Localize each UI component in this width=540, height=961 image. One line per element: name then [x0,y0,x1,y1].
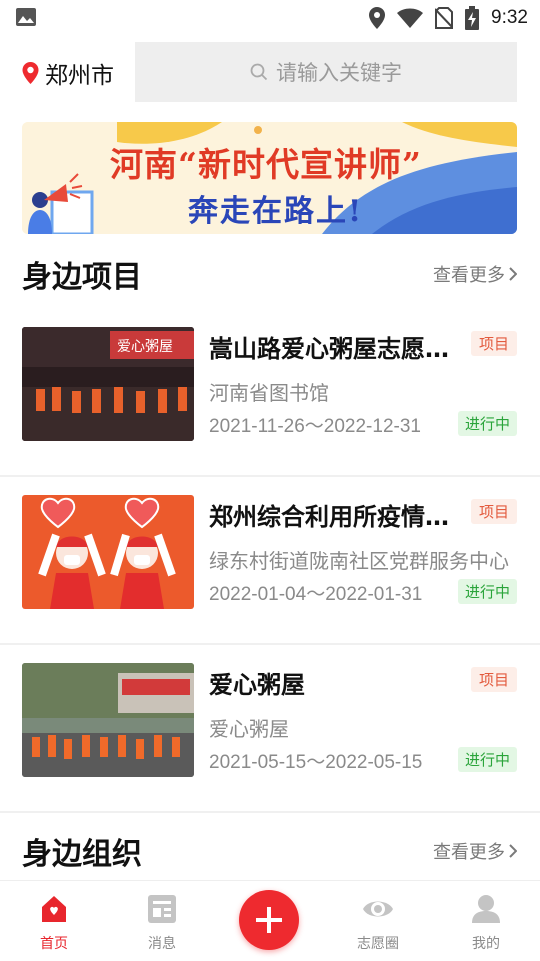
clock-time: 9:32 [491,7,528,28]
project-thumbnail: 爱心粥屋 [22,327,194,441]
project-card[interactable]: 爱心粥屋 项目 爱心粥屋 2021-05-15～2022-05-15 进行中 [0,643,540,813]
tab-mine-label: 我的 [472,936,500,952]
project-type-tag: 项目 [470,667,517,692]
promo-banner[interactable]: 河南“新时代宣讲师” 奔走在路上! [22,122,517,234]
project-status-badge: 进行中 [457,411,517,436]
thumb-sign-text: 爱心粥屋 [117,338,173,355]
see-more-label: 查看更多 [433,842,505,863]
chevron-right-icon [509,267,517,281]
banner-title: 河南“新时代宣讲师” [110,145,422,184]
project-organization: 河南省图书馆 [209,381,329,405]
search-placeholder: 请输入关键字 [276,61,402,85]
section-title-orgs: 身边组织 [22,837,142,872]
location-status-icon [369,7,386,29]
project-thumbnail [22,663,194,777]
nearby-projects-header: 身边项目 查看更多 [22,254,517,295]
location-pin-icon [22,62,39,84]
projects-see-more-link[interactable]: 查看更多 [433,261,517,287]
user-icon [472,895,500,923]
city-label: 郑州市 [45,63,114,89]
tab-messages[interactable]: 消息 [122,893,202,953]
project-date-range: 2021-11-26～2022-12-31 [209,416,421,437]
tab-home-label: 首页 [40,936,68,952]
status-bar: 9:32 [0,0,540,36]
tab-volunteer-circle-label: 志愿圈 [357,936,399,952]
tab-messages-label: 消息 [148,936,176,952]
see-more-label: 查看更多 [433,265,505,286]
banner-subtitle: 奔走在路上! [188,194,364,229]
tab-mine[interactable]: 我的 [446,893,526,953]
messages-icon [148,895,176,923]
city-selector[interactable]: 郑州市 [22,56,114,90]
project-thumbnail [22,495,194,609]
chevron-right-icon [509,844,517,858]
wifi-icon [397,8,424,28]
home-icon [42,896,66,922]
project-title: 爱心粥屋 [209,671,305,699]
tab-volunteer-circle[interactable]: 志愿圈 [338,893,418,953]
project-type-tag: 项目 [470,499,517,524]
project-status-badge: 进行中 [457,579,517,604]
project-title: 郑州综合利用所疫情... [209,503,449,531]
project-title: 嵩山路爱心粥屋志愿... [209,335,449,363]
top-bar: 郑州市 请输入关键字 [0,40,540,104]
megaphone-person-illustration [28,173,94,234]
plus-icon [256,907,282,933]
project-status-badge: 进行中 [457,747,517,772]
project-organization: 绿东村街道陇南社区党群服务中心 [209,549,509,573]
image-notification-icon [16,8,36,26]
project-organization: 爱心粥屋 [209,717,289,741]
section-title-projects: 身边项目 [22,260,142,295]
nearby-orgs-header: 身边组织 查看更多 [22,831,517,872]
battery-charging-icon [465,6,480,30]
project-date-range: 2021-05-15～2022-05-15 [209,752,423,773]
project-card[interactable]: 郑州综合利用所疫情... 项目 绿东村街道陇南社区党群服务中心 2022-01-… [0,475,540,645]
project-date-range: 2022-01-04～2022-01-31 [209,584,423,605]
add-button[interactable] [239,890,299,950]
search-icon [250,63,268,81]
search-input[interactable]: 请输入关键字 [135,42,517,102]
orgs-see-more-link[interactable]: 查看更多 [433,838,517,864]
tab-home[interactable]: 首页 [14,893,94,953]
no-sim-icon [435,7,454,29]
project-type-tag: 项目 [470,331,517,356]
project-card[interactable]: 爱心粥屋 嵩山路爱心粥屋志愿... 项目 河南省图书馆 2021-11-26～2… [0,307,540,477]
eye-icon [363,901,393,917]
